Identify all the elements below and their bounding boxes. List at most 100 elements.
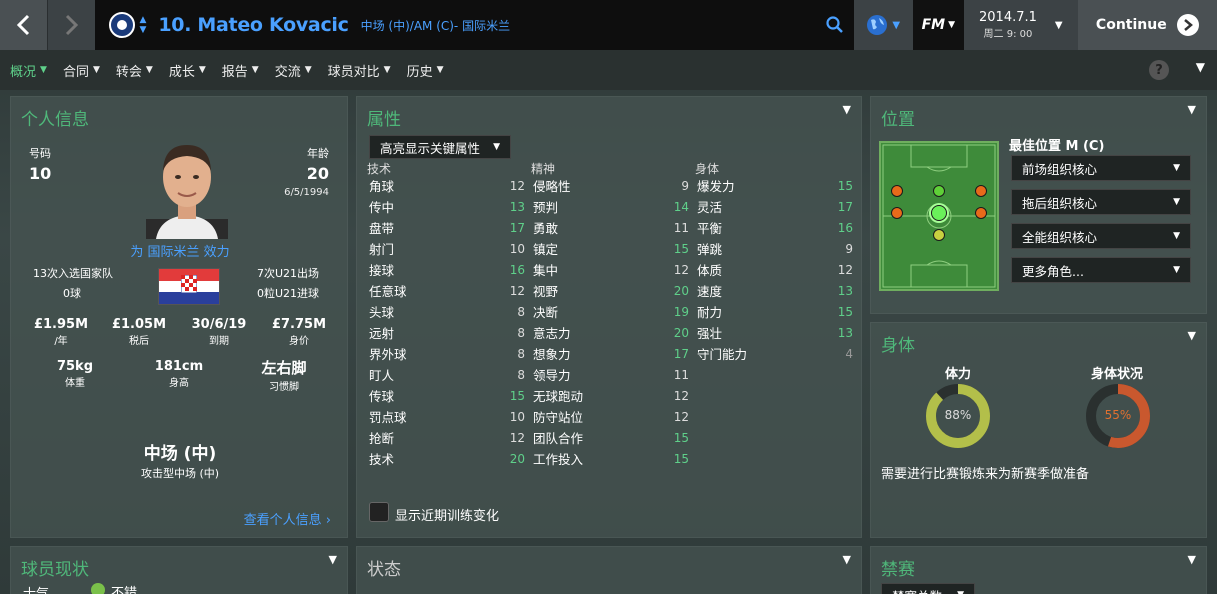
attribute-row[interactable]: 平衡 16 bbox=[697, 217, 853, 238]
role-label: 拖后组织核心 bbox=[1022, 195, 1098, 211]
attribute-row[interactable]: 传球 15 bbox=[369, 385, 525, 406]
attribute-row[interactable]: 防守站位 12 bbox=[533, 406, 689, 427]
attribute-row[interactable]: 想象力 17 bbox=[533, 343, 689, 364]
tab-contract[interactable]: 合同 ▼ bbox=[63, 61, 100, 80]
attribute-row[interactable]: 团队合作 15 bbox=[533, 427, 689, 448]
attribute-row[interactable]: 强壮 13 bbox=[697, 322, 853, 343]
attribute-row[interactable]: 射门 10 bbox=[369, 238, 525, 259]
role-dropdown-deep-lying-playmaker[interactable]: 拖后组织核心 ▼ bbox=[1011, 189, 1191, 215]
date-button[interactable]: 2014.7.1 周二 9: 00 ▼ bbox=[963, 0, 1078, 50]
highlight-key-attributes-dropdown[interactable]: 高亮显示关键属性 ▼ bbox=[369, 135, 511, 159]
position-dot-mr bbox=[975, 207, 987, 219]
attribute-row[interactable]: 技术 20 bbox=[369, 448, 525, 469]
attribute-row[interactable]: 接球 16 bbox=[369, 259, 525, 280]
continue-button[interactable]: Continue bbox=[1077, 0, 1217, 50]
attribute-row[interactable]: 任意球 12 bbox=[369, 280, 525, 301]
attribute-row[interactable]: 领导力 11 bbox=[533, 364, 689, 385]
tab-transfer[interactable]: 转会 ▼ bbox=[116, 61, 153, 80]
attribute-row[interactable]: 罚点球 10 bbox=[369, 406, 525, 427]
attribute-row[interactable]: 集中 12 bbox=[533, 259, 689, 280]
attribute-row[interactable]: 意志力 20 bbox=[533, 322, 689, 343]
show-training-changes-checkbox[interactable] bbox=[369, 502, 389, 522]
chevron-down-icon[interactable]: ▼ bbox=[843, 103, 851, 116]
bans-panel: 禁赛 ▼ 禁赛总数 ▼ bbox=[870, 546, 1207, 594]
attribute-row[interactable]: 盯人 8 bbox=[369, 364, 525, 385]
attribute-row[interactable]: 预判 14 bbox=[533, 196, 689, 217]
chevron-down-icon[interactable]: ▼ bbox=[139, 25, 146, 35]
weight-block: 75kg 体重 bbox=[43, 359, 107, 389]
player-name[interactable]: 10. Mateo Kovacic bbox=[158, 14, 349, 36]
chevron-down-icon: ▼ bbox=[1173, 265, 1180, 275]
foot-label: 习惯脚 bbox=[269, 382, 299, 393]
search-button[interactable] bbox=[815, 0, 854, 50]
panel-title: 属性 bbox=[367, 110, 401, 130]
forward-button[interactable] bbox=[47, 0, 96, 50]
attribute-row[interactable]: 守门能力 4 bbox=[697, 343, 853, 364]
positions-panel: 位置 ▼ 最佳位置 M (C) 前场组织核心 ▼ 拖后组织核心 ▼ 全能组织核心 ▼ … bbox=[870, 96, 1207, 314]
chevron-down-icon: ▼ bbox=[957, 590, 964, 594]
attribute-value: 9 bbox=[681, 178, 689, 193]
attribute-row[interactable]: 勇敢 11 bbox=[533, 217, 689, 238]
world-button[interactable]: ▼ bbox=[853, 0, 913, 50]
more-roles-dropdown[interactable]: 更多角色... ▼ bbox=[1011, 257, 1191, 283]
chevron-up-icon[interactable]: ▲ bbox=[139, 15, 146, 25]
tab-development[interactable]: 成长 ▼ bbox=[169, 61, 206, 80]
attribute-name: 集中 bbox=[533, 263, 559, 278]
chevron-down-icon[interactable]: ▼ bbox=[843, 553, 851, 566]
attribute-row[interactable]: 头球 8 bbox=[369, 301, 525, 322]
chevron-down-icon[interactable]: ▼ bbox=[329, 553, 337, 566]
international-caps: 13次入选国家队 bbox=[33, 267, 113, 280]
club-link[interactable]: 为 国际米兰 效力 bbox=[11, 241, 349, 260]
attribute-row[interactable]: 体质 12 bbox=[697, 259, 853, 280]
chevron-down-icon: ▼ bbox=[892, 19, 901, 31]
attribute-row[interactable]: 灵活 17 bbox=[697, 196, 853, 217]
international-goals: 0球 bbox=[63, 287, 81, 300]
role-dropdown-regista[interactable]: 全能组织核心 ▼ bbox=[1011, 223, 1191, 249]
role-dropdown-advanced-playmaker[interactable]: 前场组织核心 ▼ bbox=[1011, 155, 1191, 181]
bans-dropdown[interactable]: 禁赛总数 ▼ bbox=[881, 583, 975, 594]
chevron-down-icon[interactable]: ▼ bbox=[1188, 329, 1196, 342]
attribute-row[interactable]: 远射 8 bbox=[369, 322, 525, 343]
chevron-down-icon: ▼ bbox=[383, 65, 391, 75]
back-button[interactable] bbox=[0, 0, 48, 50]
panel-title: 位置 bbox=[881, 110, 915, 130]
attribute-row[interactable]: 盘带 17 bbox=[369, 217, 525, 238]
attribute-row[interactable]: 决断 19 bbox=[533, 301, 689, 322]
attribute-row[interactable]: 侵略性 9 bbox=[533, 175, 689, 196]
attribute-row[interactable]: 耐力 15 bbox=[697, 301, 853, 322]
attribute-row[interactable]: 角球 12 bbox=[369, 175, 525, 196]
attribute-row[interactable]: 视野 20 bbox=[533, 280, 689, 301]
position-dot-dm bbox=[933, 229, 945, 241]
attribute-row[interactable]: 无球跑动 12 bbox=[533, 385, 689, 406]
tab-reports[interactable]: 报告 ▼ bbox=[222, 61, 259, 80]
chevron-down-icon[interactable]: ▼ bbox=[1188, 103, 1196, 116]
attribute-row[interactable]: 界外球 8 bbox=[369, 343, 525, 364]
tab-overview[interactable]: 概况 ▼ bbox=[10, 61, 47, 80]
fm-menu-button[interactable]: FM ▼ bbox=[912, 0, 964, 50]
attribute-row[interactable]: 抢断 12 bbox=[369, 427, 525, 448]
view-personal-info-link[interactable]: 查看个人信息 › bbox=[244, 509, 331, 528]
arrow-right-icon bbox=[1176, 14, 1199, 36]
attribute-value: 12 bbox=[673, 409, 689, 424]
fitness-panel: 身体 ▼ 体力 88% 身体状况 55% 需要进行比赛锻炼来为新赛季做准备 bbox=[870, 322, 1207, 538]
attribute-row[interactable]: 镇定 15 bbox=[533, 238, 689, 259]
position-dot-ml bbox=[891, 207, 903, 219]
attribute-row[interactable]: 速度 13 bbox=[697, 280, 853, 301]
personal-info-panel: 个人信息 号码 10 年龄 20 6/5/1994 为 国际米兰 效力 13次入… bbox=[10, 96, 348, 538]
position-dot-mc bbox=[931, 205, 947, 221]
attribute-row[interactable]: 传中 13 bbox=[369, 196, 525, 217]
attribute-row[interactable]: 弹跳 9 bbox=[697, 238, 853, 259]
panel-title: 禁赛 bbox=[881, 560, 915, 580]
chevron-down-icon[interactable]: ▼ bbox=[1196, 60, 1205, 74]
attribute-row[interactable]: 工作投入 15 bbox=[533, 448, 689, 469]
attribute-row[interactable]: 爆发力 15 bbox=[697, 175, 853, 196]
tab-compare[interactable]: 球员对比 ▼ bbox=[328, 61, 391, 80]
attribute-name: 界外球 bbox=[369, 347, 407, 362]
attribute-name: 爆发力 bbox=[697, 179, 735, 194]
weight-label: 体重 bbox=[65, 378, 85, 389]
player-switcher[interactable]: ▲ ▼ bbox=[139, 15, 146, 35]
tab-interaction[interactable]: 交流 ▼ bbox=[275, 61, 312, 80]
help-icon[interactable]: ? bbox=[1149, 60, 1169, 80]
chevron-down-icon[interactable]: ▼ bbox=[1188, 553, 1196, 566]
tab-history[interactable]: 历史 ▼ bbox=[407, 61, 444, 80]
